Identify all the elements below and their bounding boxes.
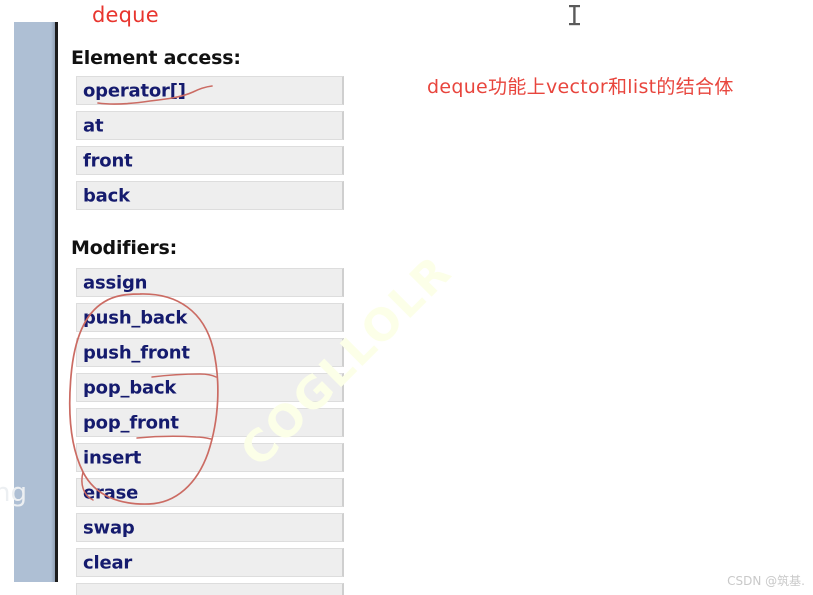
member-label: assign	[83, 272, 148, 293]
member-label: pop_back	[83, 377, 177, 398]
section-heading-modifiers: Modifiers:	[71, 237, 178, 259]
red-note-annotation: deque功能上vector和list的结合体	[427, 76, 734, 98]
member-row-swap[interactable]: swap	[76, 513, 344, 542]
section-heading-element-access: Element access:	[71, 47, 241, 69]
member-row-operator-index[interactable]: operator[]	[76, 76, 344, 105]
footer-watermark: CSDN @筑基.	[727, 574, 805, 588]
member-label: push_front	[83, 342, 190, 363]
member-row-front[interactable]: front	[76, 146, 344, 175]
member-row-partial[interactable]	[76, 583, 344, 595]
member-label: pop_front	[83, 412, 179, 433]
member-label: operator[]	[83, 80, 186, 101]
slide-canvas: deque Element access: operator[] at fron…	[0, 0, 813, 595]
member-row-push-front[interactable]: push_front	[76, 338, 344, 367]
member-label: at	[83, 115, 104, 136]
member-label: insert	[83, 447, 142, 468]
member-label: back	[83, 185, 130, 206]
member-row-clear[interactable]: clear	[76, 548, 344, 577]
member-row-at[interactable]: at	[76, 111, 344, 140]
member-label: push_back	[83, 307, 188, 328]
member-label: erase	[83, 482, 139, 503]
member-row-push-back[interactable]: push_back	[76, 303, 344, 332]
left-edge-watermark: ng	[0, 478, 27, 508]
page-title: deque	[92, 3, 159, 27]
member-label: front	[83, 150, 133, 171]
member-row-back[interactable]: back	[76, 181, 344, 210]
member-row-assign[interactable]: assign	[76, 268, 344, 297]
member-label: swap	[83, 517, 135, 538]
sidebar-shade	[51, 22, 55, 582]
text-cursor-ibeam	[569, 5, 580, 26]
member-label: clear	[83, 552, 133, 573]
